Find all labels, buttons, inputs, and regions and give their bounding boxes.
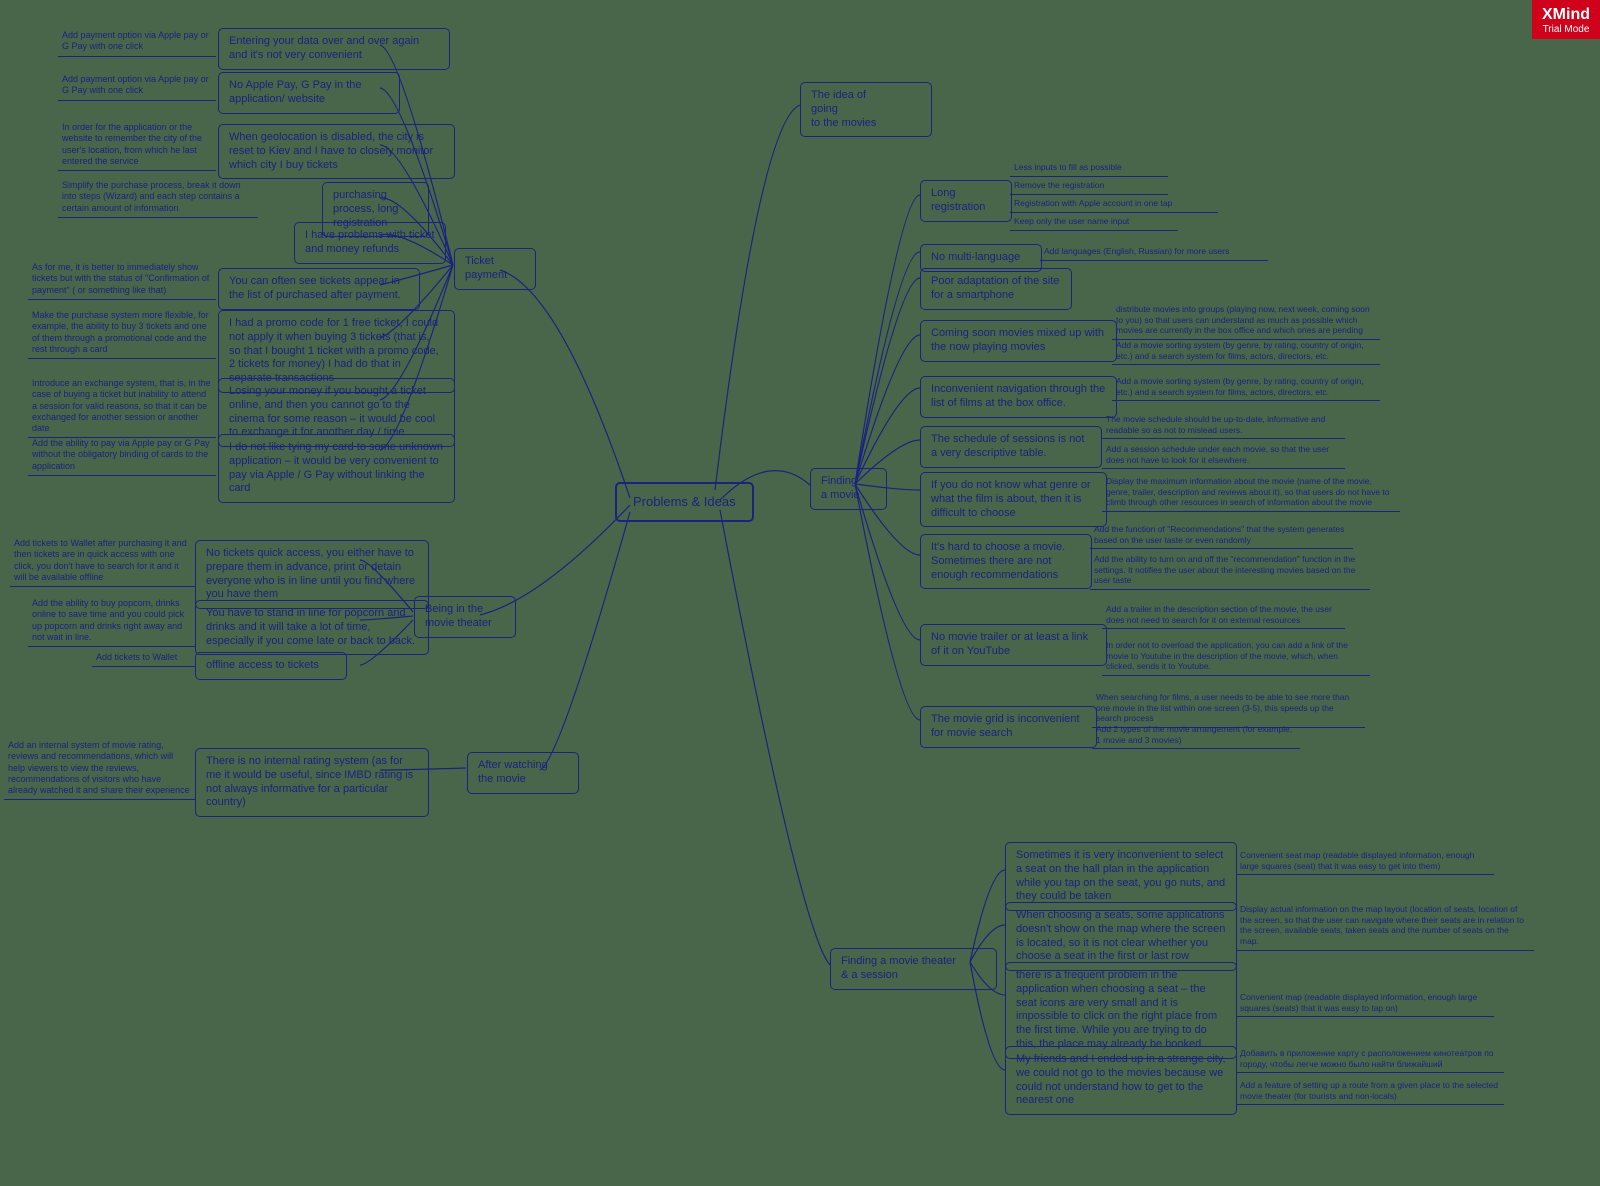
fm-child-genre[interactable]: If you do not know what genre or what th… xyxy=(920,472,1107,527)
fm-leaf: Add the ability to turn on and off the "… xyxy=(1090,554,1370,590)
branch-ticket[interactable]: Ticket payment xyxy=(454,248,536,290)
watermark-mode: Trial Mode xyxy=(1542,24,1590,35)
fm-leaf: Add a movie sorting system (by genre, by… xyxy=(1112,340,1380,365)
ticket-leaf: In order for the application or the webs… xyxy=(58,122,216,171)
after-leaf: Add an internal system of movie rating, … xyxy=(4,740,196,800)
fm-leaf: Remove the registration xyxy=(1010,180,1168,195)
ticket-child[interactable]: I have problems with ticket and money re… xyxy=(294,222,446,264)
being-leaf: Add the ability to buy popcorn, drinks o… xyxy=(28,598,196,647)
fm-child-reg[interactable]: Long registration xyxy=(920,180,1012,222)
fm-leaf: The movie schedule should be up-to-date,… xyxy=(1102,414,1345,439)
being-child[interactable]: offline access to tickets xyxy=(195,652,347,680)
ticket-leaf: Make the purchase system more flexible, … xyxy=(28,310,216,359)
fm-child-adapt[interactable]: Poor adaptation of the site for a smartp… xyxy=(920,268,1072,310)
ft-leaf: Добавить в приложение карту с расположен… xyxy=(1236,1048,1504,1073)
ticket-leaf: Add payment option via Apple pay or G Pa… xyxy=(58,30,216,57)
being-child[interactable]: No tickets quick access, you either have… xyxy=(195,540,429,609)
fm-leaf: In order not to overload the application… xyxy=(1102,640,1370,676)
ft-leaf: Add a feature of setting up a route from… xyxy=(1236,1080,1504,1105)
branch-after[interactable]: After watching the movie xyxy=(467,752,579,794)
fm-leaf: Add languages (English, Russian) for mor… xyxy=(1040,246,1268,261)
fm-leaf: Less inputs to fill as possible xyxy=(1010,162,1168,177)
fm-child-trailer[interactable]: No movie trailer or at least a link of i… xyxy=(920,624,1107,666)
branch-idea[interactable]: The idea of going to the movies xyxy=(800,82,932,137)
being-leaf: Add tickets to Wallet xyxy=(92,652,195,667)
after-child[interactable]: There is no internal rating system (as f… xyxy=(195,748,429,817)
ticket-child[interactable]: I do not like tying my card to some unkn… xyxy=(218,434,455,503)
fm-leaf: distribute movies into groups (playing n… xyxy=(1112,304,1380,340)
ticket-child[interactable]: You can often see tickets appear in the … xyxy=(218,268,420,310)
branch-finding-movie[interactable]: Finding a movie xyxy=(810,468,887,510)
fm-leaf: Registration with Apple account in one t… xyxy=(1010,198,1218,213)
fm-leaf: Add the function of "Recommendations" th… xyxy=(1090,524,1353,549)
fm-leaf: Add 2 types of the movie arrangement (fo… xyxy=(1092,724,1300,749)
ft-leaf: Convenient map (readable displayed infor… xyxy=(1236,992,1494,1017)
ticket-leaf: As for me, it is better to immediately s… xyxy=(28,262,216,300)
being-leaf: Add tickets to Wallet after purchasing i… xyxy=(10,538,196,587)
ft-child[interactable]: Sometimes it is very inconvenient to sel… xyxy=(1005,842,1237,911)
ticket-leaf: Add the ability to pay via Apple pay or … xyxy=(28,438,216,476)
ft-leaf: Display actual information on the map la… xyxy=(1236,904,1534,951)
ticket-leaf: Add payment option via Apple pay or G Pa… xyxy=(58,74,216,101)
xmind-watermark: XMind Trial Mode xyxy=(1532,0,1600,39)
fm-leaf: Add a movie sorting system (by genre, by… xyxy=(1112,376,1380,401)
fm-child-coming[interactable]: Coming soon movies mixed up with the now… xyxy=(920,320,1117,362)
ft-child[interactable]: My friends and I ended up in a strange c… xyxy=(1005,1046,1237,1115)
ft-child[interactable]: When choosing a seats, some applications… xyxy=(1005,902,1237,971)
fm-child-schedule[interactable]: The schedule of sessions is not a very d… xyxy=(920,426,1102,468)
ft-leaf: Convenient seat map (readable displayed … xyxy=(1236,850,1494,875)
branch-being[interactable]: Being in the movie theater xyxy=(414,596,516,638)
being-child[interactable]: You have to stand in line for popcorn an… xyxy=(195,600,429,655)
fm-child-recs[interactable]: It's hard to choose a movie. Sometimes t… xyxy=(920,534,1092,589)
ticket-child[interactable]: No Apple Pay, G Pay in the application/ … xyxy=(218,72,400,114)
fm-child-nav[interactable]: Inconvenient navigation through the list… xyxy=(920,376,1117,418)
fm-leaf: Add a trailer in the description section… xyxy=(1102,604,1345,629)
ticket-leaf: Simplify the purchase process, break it … xyxy=(58,180,258,218)
fm-leaf: Add a session schedule under each movie,… xyxy=(1102,444,1345,469)
ticket-child[interactable]: Entering your data over and over again a… xyxy=(218,28,450,70)
ticket-leaf: Introduce an exchange system, that is, i… xyxy=(28,378,216,438)
fm-leaf: When searching for films, a user needs t… xyxy=(1092,692,1365,728)
fm-leaf: Display the maximum information about th… xyxy=(1102,476,1400,512)
ft-child[interactable]: there is a frequent problem in the appli… xyxy=(1005,962,1237,1059)
branch-finding-theater[interactable]: Finding a movie theater & a session xyxy=(830,948,997,990)
fm-leaf: Keep only the user name input xyxy=(1010,216,1178,231)
watermark-title: XMind xyxy=(1542,6,1590,24)
fm-child-grid[interactable]: The movie grid is inconvenient for movie… xyxy=(920,706,1097,748)
central-topic[interactable]: Problems & Ideas xyxy=(615,482,754,522)
ticket-child[interactable]: When geolocation is disabled, the city i… xyxy=(218,124,455,179)
